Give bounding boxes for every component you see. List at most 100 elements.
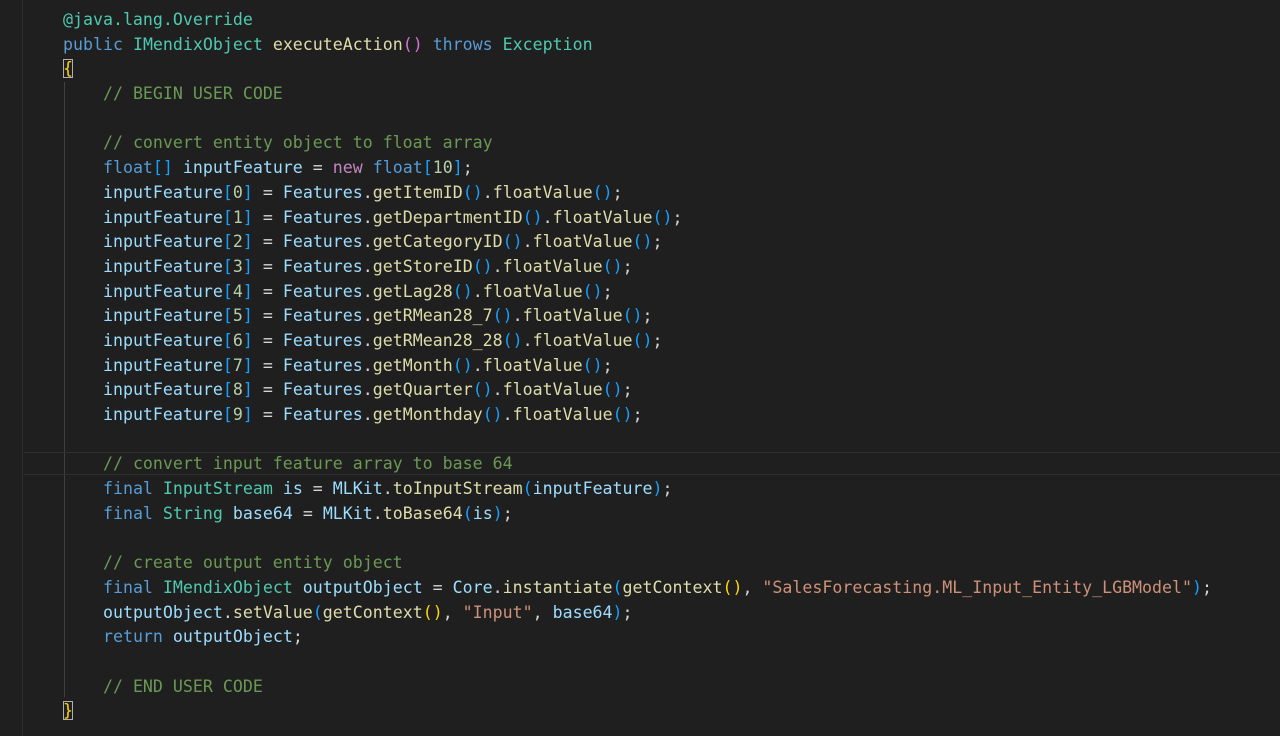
code-token: 10 (432, 158, 453, 178)
code-token: MLKit (322, 503, 373, 523)
code-token: ; (652, 330, 663, 350)
code-token: // convert entity object to float array (102, 133, 493, 153)
code-line[interactable] (63, 428, 1212, 453)
code-token: throws (432, 34, 493, 54)
code-token: ( (612, 577, 623, 597)
code-line[interactable]: public IMendixObject executeAction() thr… (63, 33, 1212, 58)
code-token: // create output entity object (102, 553, 403, 573)
code-line[interactable] (63, 526, 1212, 551)
code-editor[interactable]: @java.lang.Override public IMendixObject … (0, 0, 1280, 736)
code-line[interactable]: inputFeature[1] = Features.getDepartment… (63, 206, 1212, 231)
code-text-area[interactable]: @java.lang.Override public IMendixObject … (63, 8, 1212, 724)
code-token: ; (632, 405, 643, 424)
code-token: // BEGIN USER CODE (102, 84, 283, 104)
code-token: ; (662, 479, 673, 499)
code-line[interactable]: // END USER CODE (63, 675, 1212, 700)
code-token: floatValue (552, 207, 653, 227)
code-line[interactable]: inputFeature[7] = Features.getMonth().fl… (63, 354, 1212, 379)
code-token: Features (282, 232, 363, 252)
code-token: getRMean28_7 (372, 306, 493, 326)
code-token: = (292, 503, 323, 523)
code-token: () (632, 330, 653, 350)
code-token: () (422, 602, 443, 622)
code-line[interactable]: final String base64 = MLKit.toBase64(is)… (63, 502, 1212, 527)
code-line[interactable]: // create output entity object (63, 551, 1212, 576)
code-token: = (252, 405, 283, 424)
code-line[interactable]: inputFeature[2] = Features.getCategoryID… (63, 230, 1212, 255)
code-token: InputStream (162, 479, 273, 499)
code-token: ; (622, 256, 633, 276)
code-token: floatValue (492, 182, 593, 202)
code-token: ) (492, 503, 503, 523)
code-token: inputFeature (102, 330, 223, 350)
code-line[interactable]: // convert entity object to float array (63, 131, 1212, 156)
code-line[interactable]: inputFeature[4] = Features.getLag28().fl… (63, 280, 1212, 305)
code-line[interactable]: @java.lang.Override (63, 8, 1212, 33)
code-token: inputFeature (102, 232, 223, 252)
code-line[interactable]: } (63, 699, 1212, 724)
code-line[interactable]: inputFeature[6] = Features.getRMean28_28… (63, 329, 1212, 354)
code-line[interactable]: inputFeature[8] = Features.getQuarter().… (63, 378, 1212, 403)
code-line[interactable]: inputFeature[3] = Features.getStoreID().… (63, 255, 1212, 280)
code-token: "Input" (462, 602, 533, 622)
code-token: floatValue (482, 281, 583, 301)
code-token: ; (642, 306, 653, 326)
code-token: inputFeature (102, 306, 223, 326)
code-token: Features (282, 330, 363, 350)
code-token: IMendixObject (132, 34, 263, 54)
code-token: final (102, 577, 153, 597)
code-token: getMonthday (372, 405, 483, 424)
code-token: final (102, 479, 153, 499)
code-token: [ (222, 405, 233, 424)
code-line[interactable]: // convert input feature array to base 6… (63, 452, 1212, 477)
code-token: MLKit (332, 479, 383, 499)
code-line[interactable]: inputFeature[9] = Features.getMonthday()… (63, 403, 1212, 428)
code-token: getItemID (372, 182, 463, 202)
code-token: ; (602, 355, 613, 375)
code-line[interactable] (63, 107, 1212, 132)
code-line[interactable]: float[] inputFeature = new float[10]; (63, 156, 1212, 181)
code-line[interactable]: inputFeature[0] = Features.getItemID().f… (63, 181, 1212, 206)
code-token: outputObject (172, 627, 293, 647)
code-token: = (252, 380, 283, 400)
code-token: inputFeature (102, 207, 223, 227)
code-line[interactable]: { (63, 57, 1212, 82)
code-token: = (302, 479, 333, 499)
code-line[interactable]: // BEGIN USER CODE (63, 82, 1212, 107)
code-token: setValue (232, 602, 313, 622)
code-token: [ (222, 380, 233, 400)
code-line[interactable]: inputFeature[5] = Features.getRMean28_7(… (63, 304, 1212, 329)
code-line[interactable] (63, 650, 1212, 675)
code-token: instantiate (502, 577, 613, 597)
code-token: inputFeature (532, 479, 653, 499)
code-token: () (402, 34, 423, 54)
code-token: () (472, 256, 493, 276)
code-token: 2 (232, 232, 243, 252)
code-token: . (502, 405, 513, 424)
code-line[interactable]: final InputStream is = MLKit.toInputStre… (63, 477, 1212, 502)
code-token: = (252, 355, 283, 375)
code-token: outputObject (302, 577, 423, 597)
code-line[interactable]: return outputObject; (63, 625, 1212, 650)
code-line[interactable]: outputObject.setValue(getContext(), "Inp… (63, 601, 1212, 626)
code-token: is (472, 503, 493, 523)
code-token: Features (282, 355, 363, 375)
code-line[interactable]: final IMendixObject outputObject = Core.… (63, 576, 1212, 601)
code-token: ] (242, 232, 253, 252)
code-token: ; (502, 503, 513, 523)
code-token: ] (242, 330, 253, 350)
